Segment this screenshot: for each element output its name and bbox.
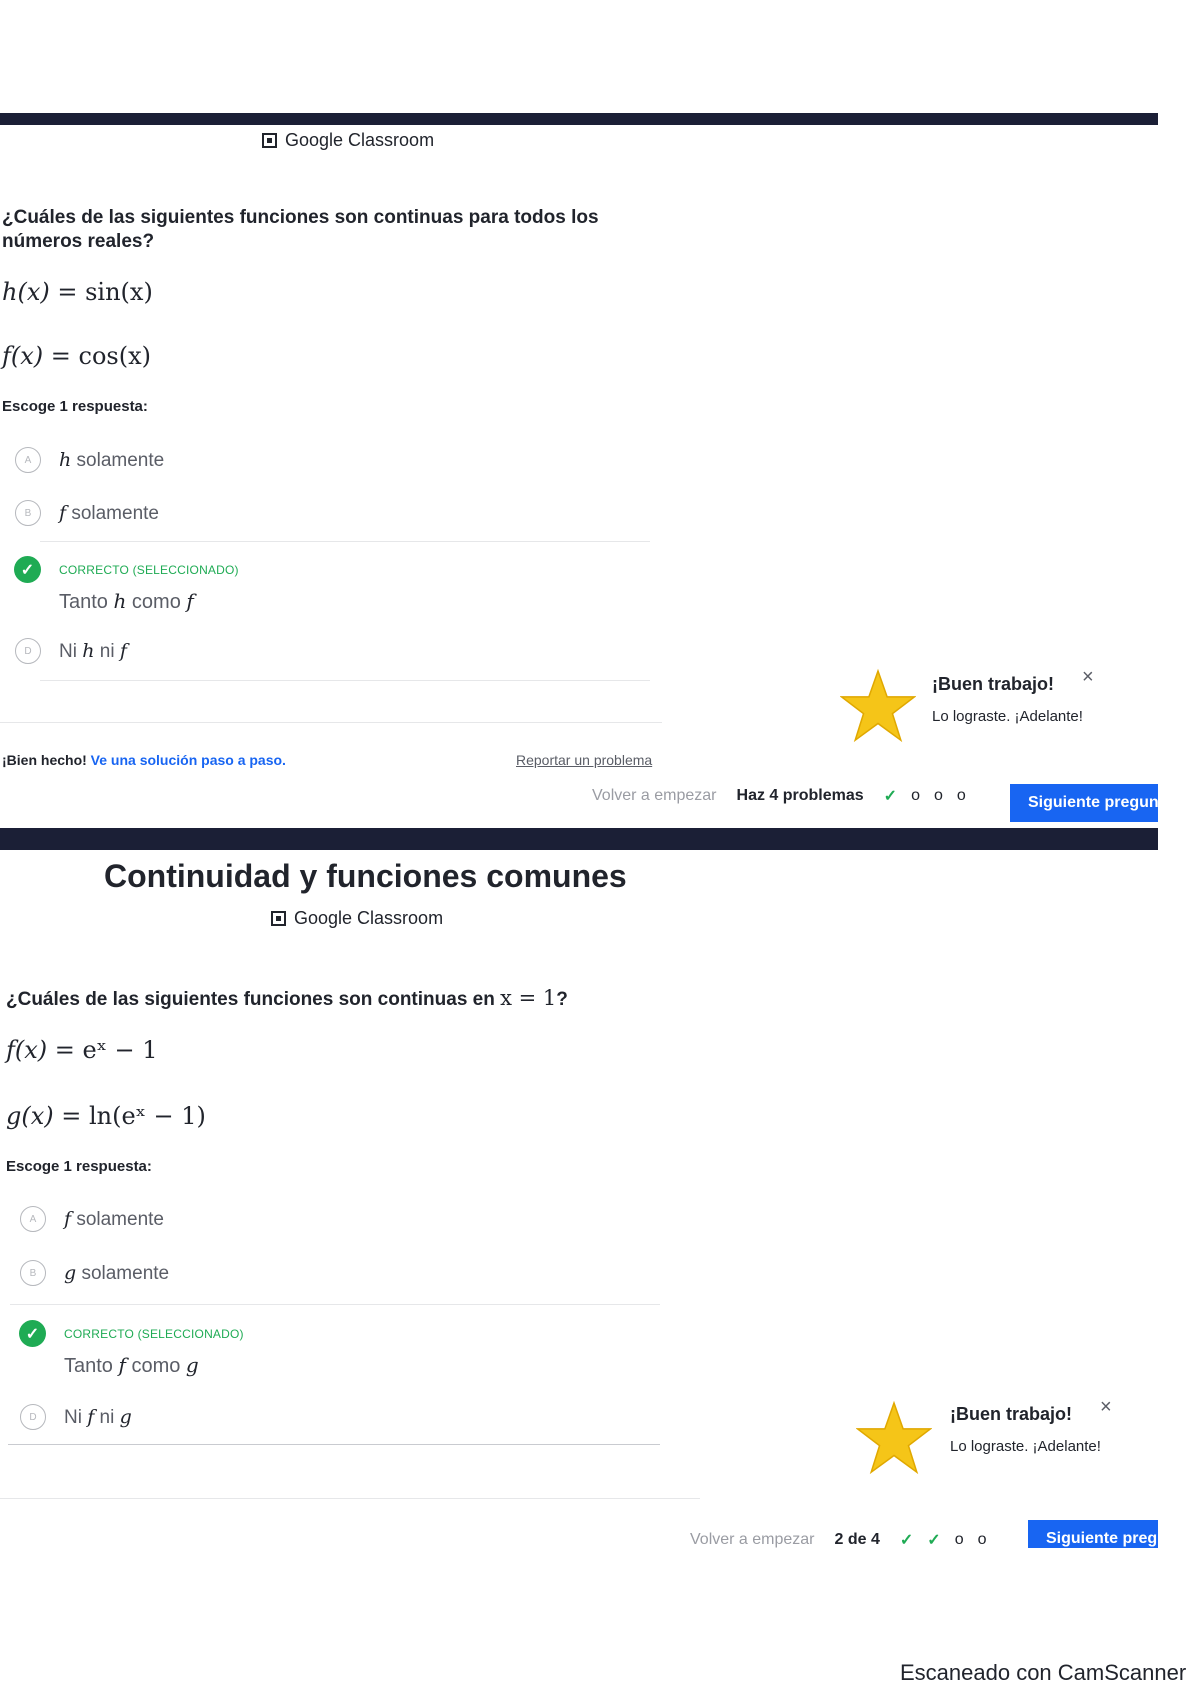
google-classroom-icon	[271, 911, 286, 926]
star-icon	[839, 668, 917, 749]
divider	[0, 1498, 700, 1499]
restart-button[interactable]: Volver a empezar	[690, 1531, 815, 1548]
close-icon[interactable]: ×	[1082, 666, 1094, 689]
next-question-button[interactable]: Siguiente preg	[1028, 1520, 1158, 1548]
choice-a[interactable]: A h solamente	[15, 447, 164, 473]
close-icon[interactable]: ×	[1100, 1396, 1112, 1419]
camscanner-watermark: Escaneado con CamScanner	[900, 1660, 1187, 1685]
correct-choice-text: Tanto f como g	[64, 1353, 199, 1377]
star-icon	[855, 1400, 933, 1481]
correct-label: CORRECTO (SELECCIONADO)	[64, 1326, 244, 1341]
choice-b[interactable]: B g solamente	[20, 1260, 169, 1286]
divider	[8, 1444, 660, 1445]
radio-a[interactable]: A	[20, 1206, 46, 1232]
next-question-button[interactable]: Siguiente pregun	[1010, 784, 1158, 822]
divider	[40, 680, 650, 681]
equation-f: f(x) = eˣ − 1	[6, 1036, 158, 1064]
toast-subtitle: Lo lograste. ¡Adelante!	[950, 1438, 1101, 1455]
top-footer: Volver a empezar Haz 4 problemas ✓ o o o	[592, 786, 966, 806]
mid-header-bar	[0, 828, 1158, 850]
google-classroom-label: Google Classroom	[285, 130, 435, 150]
bottom-footer-clip: Volver a empezar 2 de 4 ✓ ✓ o o Siguient…	[680, 1520, 1158, 1548]
toast-title: ¡Buen trabajo!	[932, 674, 1055, 694]
divider	[10, 1304, 660, 1305]
google-classroom-button[interactable]: Google Classroom	[262, 130, 434, 151]
page-title: Continuidad y funciones comunes	[104, 858, 627, 894]
radio-b[interactable]: B	[20, 1260, 46, 1286]
problem-count: 2 de 4	[834, 1531, 880, 1548]
choice-a[interactable]: A f solamente	[20, 1206, 164, 1232]
toast-subtitle: Lo lograste. ¡Adelante!	[932, 708, 1083, 725]
check-circle-icon: ✓	[14, 556, 41, 583]
feedback-text: ¡Bien hecho! Ve una solución paso a paso…	[2, 752, 286, 768]
correct-choice-c[interactable]: ✓ CORRECTO (SELECCIONADO) Tanto f como g	[19, 1320, 244, 1378]
equation-f: f(x) = cos(x)	[2, 342, 152, 370]
radio-b[interactable]: B	[15, 500, 41, 526]
check-circle-icon: ✓	[19, 1320, 46, 1347]
divider	[40, 541, 650, 542]
correct-choice-text: Tanto h como f	[59, 589, 194, 613]
radio-d[interactable]: D	[15, 638, 41, 664]
choice-d[interactable]: D Ni h ni f	[15, 638, 127, 664]
correct-choice-c[interactable]: ✓ CORRECTO (SELECCIONADO) Tanto h como f	[14, 556, 239, 614]
radio-d[interactable]: D	[20, 1404, 46, 1430]
question-text: ¿Cuáles de las siguientes funciones son …	[2, 207, 599, 252]
restart-button[interactable]: Volver a empezar	[592, 787, 717, 805]
choice-d[interactable]: D Ni f ni g	[20, 1404, 132, 1430]
progress-dots: ✓ o o o	[883, 787, 966, 805]
report-problem-link[interactable]: Reportar un problema	[516, 752, 652, 768]
toast-title: ¡Buen trabajo!	[950, 1404, 1073, 1424]
google-classroom-label: Google Classroom	[294, 908, 444, 928]
equation-h: h(x) = sin(x)	[2, 278, 153, 306]
equation-g: g(x) = ln(eˣ − 1)	[6, 1102, 206, 1130]
progress-dots: ✓ ✓ o o	[899, 1531, 987, 1548]
google-classroom-button[interactable]: Google Classroom	[271, 908, 443, 929]
radio-a[interactable]: A	[15, 447, 41, 473]
bottom-footer: Volver a empezar 2 de 4 ✓ ✓ o o	[690, 1530, 987, 1548]
solution-link[interactable]: Ve una solución paso a paso.	[91, 752, 286, 768]
question-text: ¿Cuáles de las siguientes funciones son …	[6, 986, 568, 1010]
problem-count: Haz 4 problemas	[736, 787, 864, 804]
choice-b[interactable]: B f solamente	[15, 500, 159, 526]
choose-label: Escoge 1 respuesta:	[2, 398, 148, 415]
google-classroom-icon	[262, 133, 277, 148]
divider	[0, 722, 662, 723]
correct-label: CORRECTO (SELECCIONADO)	[59, 562, 239, 577]
top-header-bar	[0, 113, 1158, 125]
choose-label: Escoge 1 respuesta:	[6, 1158, 152, 1175]
